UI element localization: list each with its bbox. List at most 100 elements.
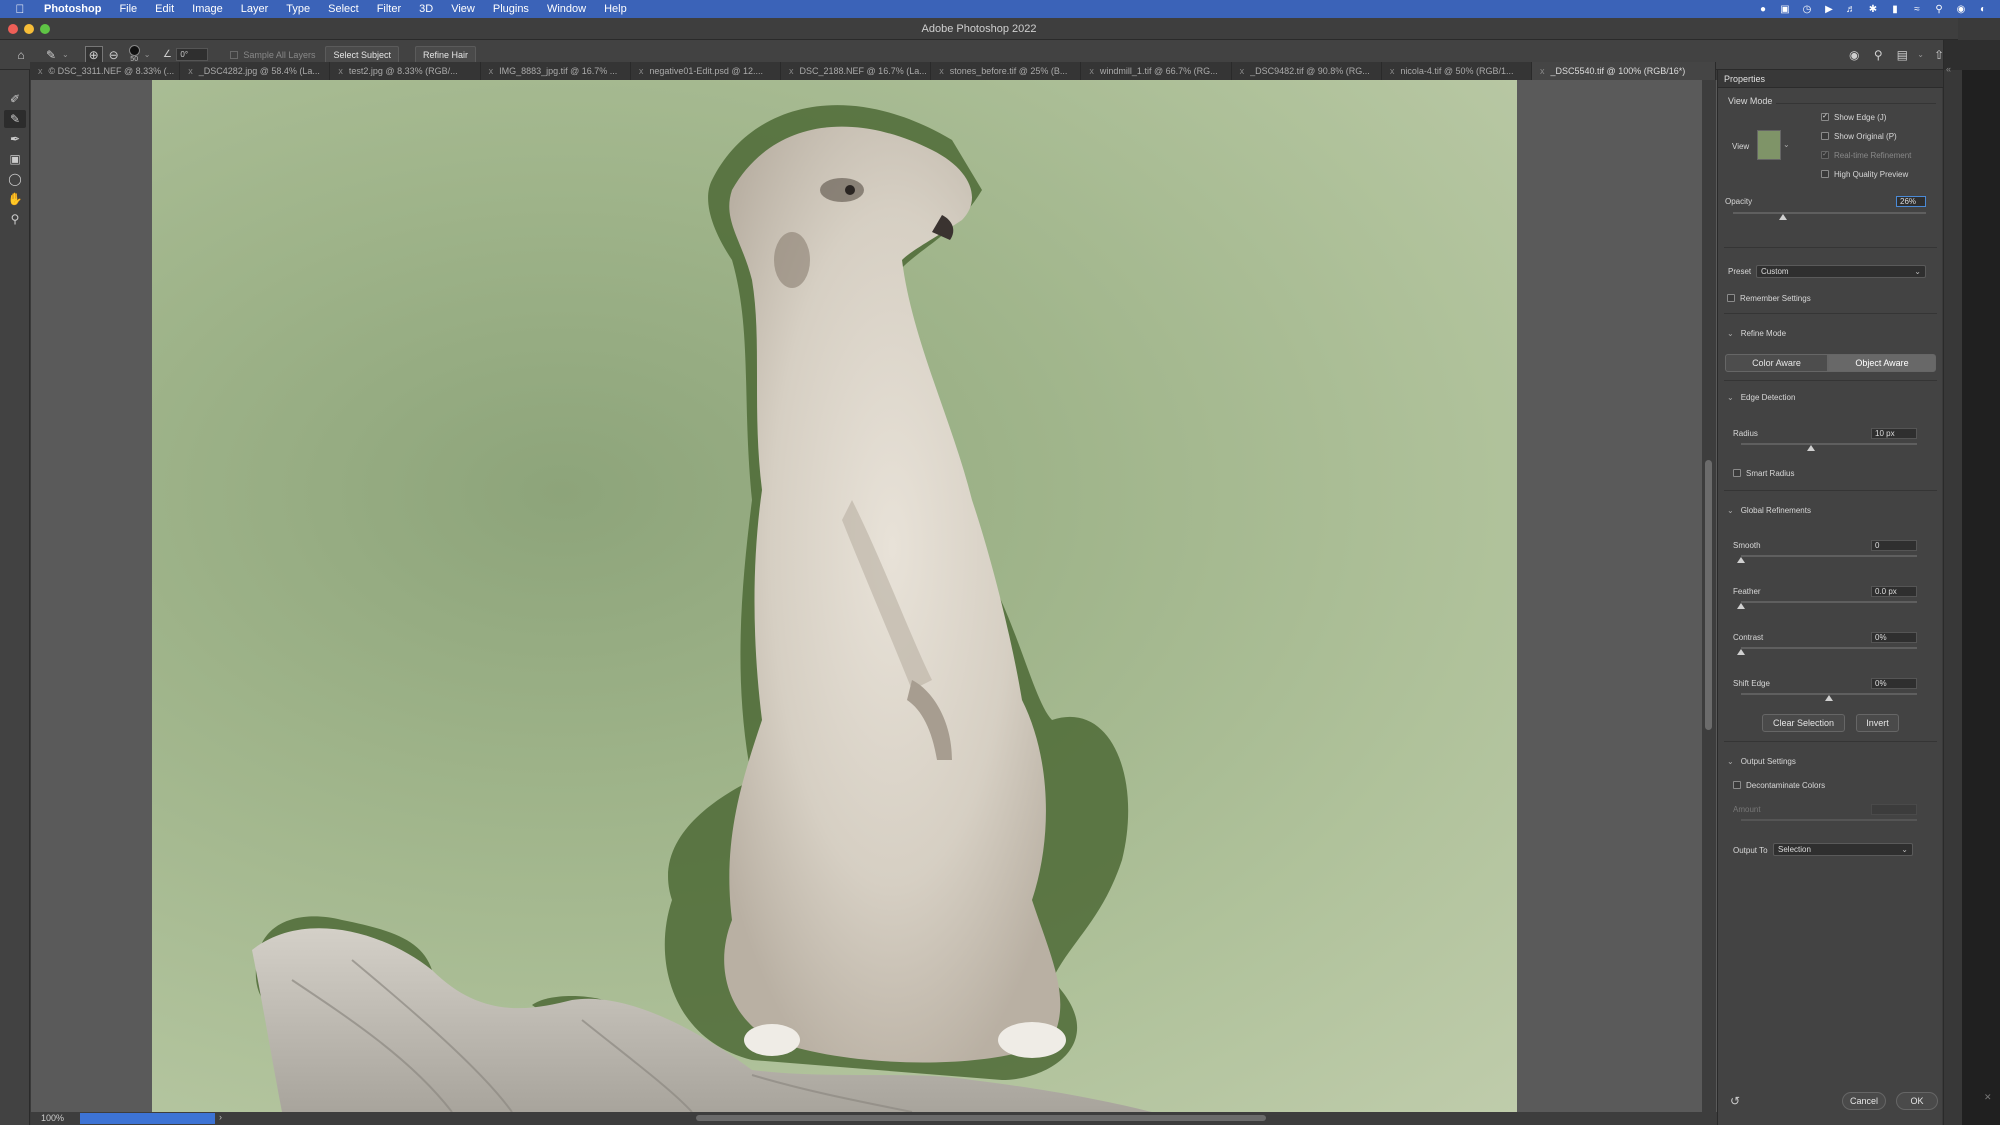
control-center-icon[interactable]: ◐ (1978, 4, 1988, 15)
radius-input[interactable]: 10 px (1871, 428, 1917, 439)
close-tab-icon[interactable]: x (1240, 66, 1245, 76)
opacity-slider-track[interactable] (1733, 212, 1926, 214)
ok-button[interactable]: OK (1896, 1092, 1938, 1110)
smart-radius-checkbox[interactable] (1733, 469, 1741, 477)
document-tab[interactable]: x DSC_2188.NEF @ 16.7% (La... (781, 62, 932, 80)
document-tab[interactable]: x test2.jpg @ 8.33% (RGB/... (330, 62, 481, 80)
amount-input[interactable] (1871, 804, 1917, 815)
refine-edge-brush-tool-icon[interactable]: ✎ (4, 110, 26, 128)
smooth-slider-track[interactable] (1741, 555, 1917, 557)
subtract-mode-icon[interactable]: ⊖ (105, 46, 123, 64)
collapse-panels-icon[interactable]: « (1946, 64, 1951, 74)
show-original-checkbox[interactable] (1821, 132, 1829, 140)
document-tab[interactable]: x IMG_8883_jpg.tif @ 16.7% ... (481, 62, 631, 80)
high-quality-preview-checkbox[interactable] (1821, 170, 1829, 178)
close-tab-icon[interactable]: x (1390, 66, 1395, 76)
menu-help[interactable]: Help (595, 3, 636, 15)
wifi-icon[interactable]: ≈ (1912, 4, 1922, 15)
volume-icon[interactable]: ♬ (1846, 4, 1856, 15)
close-icon[interactable]: ✕ (1984, 1092, 1992, 1103)
refine-hair-button[interactable]: Refine Hair (415, 45, 477, 64)
canvas-area[interactable] (31, 80, 1717, 1112)
bluetooth-icon[interactable]: ✱ (1868, 4, 1878, 15)
user-avatar-icon[interactable]: ◉ (1956, 4, 1966, 15)
document-tab[interactable]: x nicola-4.tif @ 50% (RGB/1... (1382, 62, 1533, 80)
screen-icon[interactable]: ▣ (1780, 4, 1790, 15)
location-icon[interactable]: ● (1758, 4, 1768, 15)
contrast-slider-knob[interactable] (1737, 649, 1745, 655)
menu-edit[interactable]: Edit (146, 3, 183, 15)
feather-slider-track[interactable] (1741, 601, 1917, 603)
global-refinements-header[interactable]: ⌄ Global Refinements (1727, 506, 1811, 515)
horizontal-scroll-thumb[interactable] (696, 1115, 1266, 1121)
menu-3d[interactable]: 3D (410, 3, 442, 15)
opacity-slider-knob[interactable] (1779, 214, 1788, 220)
chevron-down-icon[interactable]: ⌄ (1783, 140, 1790, 149)
contrast-input[interactable]: 0% (1871, 632, 1917, 643)
close-tab-icon[interactable]: x (1540, 66, 1545, 76)
document-tab[interactable]: x © DSC_3311.NEF @ 8.33% (... (30, 62, 181, 80)
document-tab[interactable]: x _DSC9482.tif @ 90.8% (RG... (1232, 62, 1382, 80)
show-edge-checkbox[interactable]: ✓ (1821, 113, 1829, 121)
chevron-down-icon[interactable]: ⌄ (1917, 50, 1924, 59)
cancel-button[interactable]: Cancel (1842, 1092, 1886, 1110)
select-subject-button[interactable]: Select Subject (325, 45, 399, 64)
workspace-icon[interactable]: ▤ (1893, 46, 1911, 64)
zoom-level[interactable]: 100% (41, 1113, 64, 1123)
smooth-input[interactable]: 0 (1871, 540, 1917, 551)
preset-select[interactable]: Custom ⌄ (1756, 265, 1926, 278)
smooth-slider-knob[interactable] (1737, 557, 1745, 563)
brush-tool-icon[interactable]: ✒ (4, 130, 26, 148)
menu-type[interactable]: Type (277, 3, 319, 15)
close-tab-icon[interactable]: x (489, 66, 494, 76)
zoom-tool-icon[interactable]: ⚲ (4, 210, 26, 228)
clear-selection-button[interactable]: Clear Selection (1762, 714, 1845, 732)
vertical-scroll-thumb[interactable] (1705, 460, 1712, 730)
learn-icon[interactable]: ◉ (1845, 46, 1863, 64)
view-mode-thumbnail[interactable] (1757, 130, 1781, 160)
radius-slider-track[interactable] (1741, 443, 1917, 445)
edge-detection-header[interactable]: ⌄ Edge Detection (1727, 393, 1795, 402)
close-tab-icon[interactable]: x (1089, 66, 1094, 76)
amount-slider-track[interactable] (1741, 819, 1917, 821)
invert-button[interactable]: Invert (1856, 714, 1899, 732)
shift-edge-slider-knob[interactable] (1825, 695, 1833, 701)
spotlight-search-icon[interactable]: ⚲ (1934, 4, 1944, 15)
menu-window[interactable]: Window (538, 3, 595, 15)
quick-selection-tool-icon[interactable]: ✐ (4, 90, 26, 108)
reset-icon[interactable]: ↺ (1730, 1094, 1740, 1108)
feather-input[interactable]: 0.0 px (1871, 586, 1917, 597)
lasso-tool-icon[interactable]: ◯ (4, 170, 26, 188)
object-selection-tool-icon[interactable]: ▣ (4, 150, 26, 168)
object-aware-button[interactable]: Object Aware (1828, 354, 1936, 372)
menu-image[interactable]: Image (183, 3, 232, 15)
battery-icon[interactable]: ▮ (1890, 4, 1900, 15)
angle-input[interactable]: 0° (176, 48, 209, 61)
close-tab-icon[interactable]: x (188, 66, 193, 76)
time-machine-icon[interactable]: ◷ (1802, 4, 1812, 15)
menu-layer[interactable]: Layer (232, 3, 278, 15)
opacity-input[interactable]: 26% (1896, 196, 1926, 207)
play-icon[interactable]: ▶ (1824, 4, 1834, 15)
vertical-scrollbar[interactable] (1702, 80, 1716, 1112)
document-tab[interactable]: x negative01-Edit.psd @ 12.... (631, 62, 782, 80)
document-tab[interactable]: x _DSC4282.jpg @ 58.4% (La... (180, 62, 331, 80)
menu-app-name[interactable]: Photoshop (40, 3, 110, 15)
chevron-right-icon[interactable]: › (219, 1112, 222, 1122)
radius-slider-knob[interactable] (1807, 445, 1816, 451)
close-tab-icon[interactable]: x (38, 66, 43, 76)
search-icon[interactable]: ⚲ (1869, 46, 1887, 64)
menu-filter[interactable]: Filter (368, 3, 410, 15)
menu-plugins[interactable]: Plugins (484, 3, 538, 15)
realtime-refinement-checkbox[interactable]: ✓ (1821, 151, 1829, 159)
menu-file[interactable]: File (110, 3, 146, 15)
minimize-window-button[interactable] (24, 24, 34, 34)
contrast-slider-track[interactable] (1741, 647, 1917, 649)
sample-all-layers-option[interactable]: Sample All Layers (230, 50, 315, 60)
chevron-down-icon[interactable]: ⌄ (144, 50, 151, 59)
shift-edge-input[interactable]: 0% (1871, 678, 1917, 689)
apple-icon[interactable]:  (0, 2, 40, 16)
zoom-window-button[interactable] (40, 24, 50, 34)
remember-settings-checkbox[interactable] (1727, 294, 1735, 302)
refine-mode-header[interactable]: ⌄ Refine Mode (1727, 329, 1786, 338)
